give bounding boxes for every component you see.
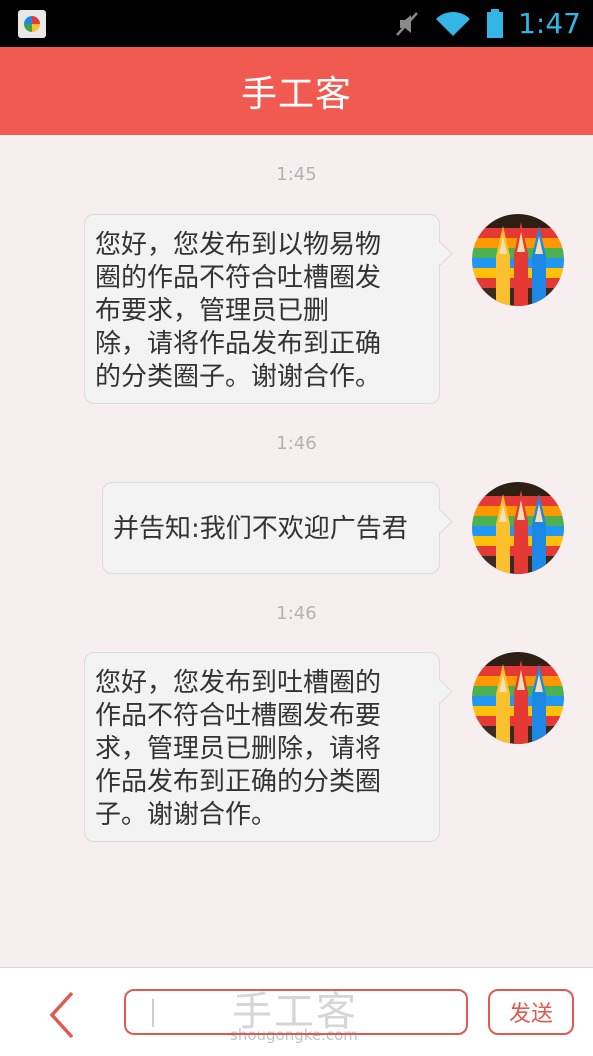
wifi-icon — [436, 11, 471, 36]
input-bar: 发送 手工客 shougongke.com — [0, 967, 593, 1056]
status-bar: 1:47 — [0, 0, 593, 47]
message-bubble[interactable]: 并告知:我们不欢迎广告君 — [102, 482, 440, 574]
avatar[interactable] — [472, 652, 564, 744]
message-line: 作品不符合吐槽圈发布要 — [95, 701, 382, 731]
avatar[interactable] — [472, 214, 564, 306]
chevron-left-icon — [49, 991, 74, 1039]
watermark-url: shougongke.com — [230, 1026, 358, 1044]
mute-icon — [396, 11, 419, 36]
message-bubble[interactable]: 您好，您发布到吐槽圈的 作品不符合吐槽圈发布要 求，管理员已删除，请将 作品发布… — [84, 652, 440, 842]
message-line: 求，管理员已删除，请将 — [95, 734, 382, 764]
avatar[interactable] — [472, 482, 564, 574]
message-line: 并告知:我们不欢迎广告君 — [113, 514, 408, 544]
title-bar: 手工客 — [0, 47, 593, 135]
message-timestamp: 1:46 — [276, 433, 317, 454]
message-line: 子。谢谢合作。 — [95, 800, 278, 830]
message-line: 作品发布到正确的分类圈 — [95, 767, 382, 797]
message-line: 布要求，管理员已删 — [95, 296, 330, 326]
back-button[interactable] — [40, 990, 84, 1040]
app-notification-icon — [18, 10, 46, 38]
page-title: 手工客 — [240, 74, 352, 115]
battery-icon — [487, 8, 504, 38]
text-caret — [152, 999, 154, 1027]
message-timestamp: 1:45 — [276, 164, 317, 185]
send-button[interactable]: 发送 — [488, 989, 574, 1035]
message-line: 您好，您发布到吐槽圈的 — [95, 668, 382, 698]
message-line: 圈的作品不符合吐槽圈发 — [95, 263, 382, 293]
message-timestamp: 1:46 — [276, 603, 317, 624]
message-line: 的分类圈子。谢谢合作。 — [95, 362, 382, 392]
status-time: 1:47 — [518, 7, 581, 40]
message-bubble[interactable]: 您好，您发布到以物易物 圈的作品不符合吐槽圈发 布要求，管理员已删 除，请将作品… — [84, 214, 440, 404]
message-line: 您好，您发布到以物易物 — [95, 230, 382, 260]
message-line: 除，请将作品发布到正确 — [95, 329, 382, 359]
